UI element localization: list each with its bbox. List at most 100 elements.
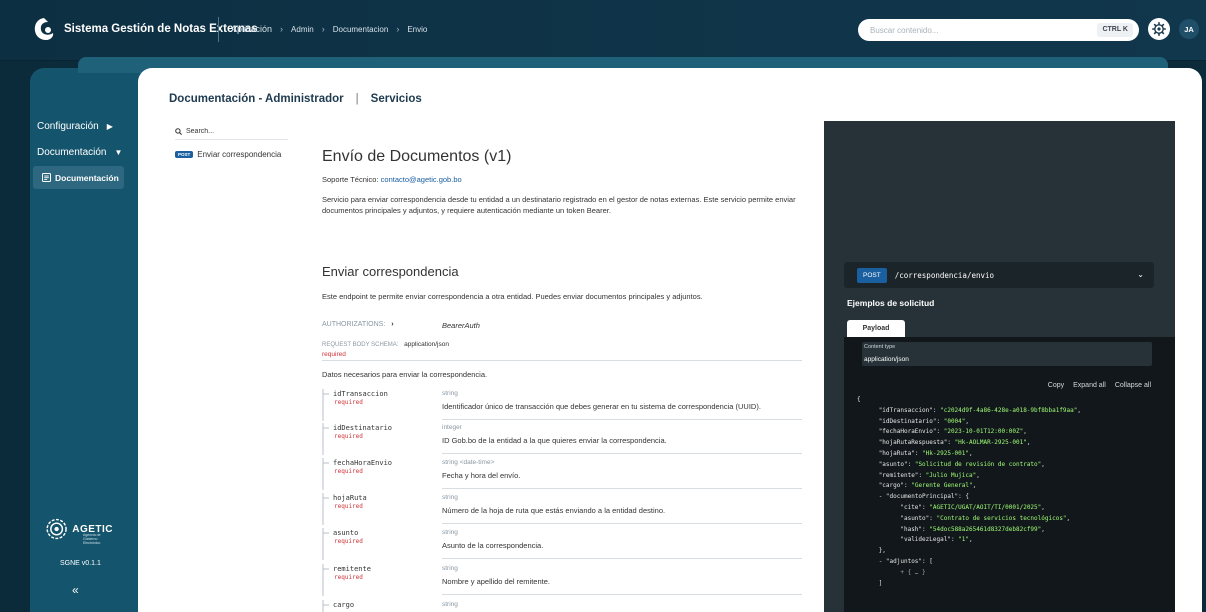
code-block: Content type application/json Copy Expan… — [844, 337, 1175, 612]
json-line: - "documentoPrincipal": { — [878, 493, 970, 501]
examples-title: Ejemplos de solicitud — [847, 298, 935, 308]
json-line: ] — [878, 579, 883, 587]
tree-connector-icon — [322, 600, 329, 612]
sidebar-item-label: Documentación — [37, 147, 107, 158]
sidebar-item-documentacion[interactable]: Documentación ▼ — [37, 147, 122, 158]
breadcrumb-envio[interactable]: Envio — [407, 25, 427, 34]
field-description: Asunto de la correspondencia. — [442, 541, 544, 550]
expand-all-button[interactable]: Expand all — [1073, 382, 1106, 389]
method-badge: POST — [857, 267, 887, 283]
breadcrumb-documentacion[interactable]: Documentacion — [333, 25, 389, 34]
api-description: Servicio para enviar correspondencia des… — [322, 195, 796, 215]
field-type: string — [442, 494, 458, 501]
sidebar-item-label: Configuración — [37, 121, 99, 132]
json-line: "asunto": "Contrato de servicios tecnoló… — [900, 514, 1071, 522]
breadcrumb-admin[interactable]: Admin — [291, 25, 314, 34]
field-name: cargo — [333, 601, 355, 609]
request-examples-panel: POST /correspondencia/envio ⌄ Ejemplos d… — [824, 121, 1175, 612]
json-line: "cargo": "Gerente General", — [878, 482, 977, 490]
json-line: { — [857, 396, 861, 403]
field-name: idTransaccion — [333, 390, 388, 398]
copy-button[interactable]: Copy — [1048, 382, 1064, 389]
org-subtitle: Agencia de Gobierno Electrónico — [83, 533, 101, 545]
json-line: "remitente": "Julio Mujica", — [878, 471, 980, 479]
reference-search-input[interactable] — [186, 128, 281, 135]
endpoint-selector[interactable]: POST /correspondencia/envio ⌄ — [844, 262, 1154, 288]
schema-content-type: application/json — [404, 341, 449, 348]
nav-operation-label: Enviar correspondencia — [197, 150, 282, 159]
field-name: idDestinatario — [333, 424, 393, 432]
support-contact: Soporte Técnico: contacto@agetic.gob.bo — [322, 175, 462, 184]
field-description: Nombre y apellido del remitente. — [442, 577, 550, 586]
content-type-label: Content type — [864, 344, 896, 350]
breadcrumb-aplicacion[interactable]: Aplicación — [231, 24, 272, 34]
method-badge: POST — [175, 151, 194, 158]
field-required: required — [334, 468, 363, 475]
code-actions: Copy Expand all Collapse all — [1048, 382, 1151, 389]
global-search-input[interactable] — [870, 23, 1070, 37]
tree-connector-icon — [322, 458, 329, 490]
field-type: string — [442, 390, 458, 397]
chevron-right-icon: › — [396, 24, 400, 34]
page-title-left: Documentación - Administrador — [169, 93, 344, 105]
tree-connector-icon — [322, 423, 329, 455]
app-version: SGNE v0.1.1 — [60, 560, 101, 567]
authorizations-row[interactable]: AUTHORIZATIONS: › BearerAuth — [322, 321, 480, 330]
collapse-all-button[interactable]: Collapse all — [1115, 382, 1151, 389]
request-body-schema: REQUEST BODY SCHEMA: application/json — [322, 341, 449, 348]
agetic-logo-icon — [46, 518, 67, 540]
divider — [442, 453, 802, 454]
json-line: + { … } — [900, 568, 926, 576]
tree-connector-icon — [322, 493, 329, 525]
schema-label: REQUEST BODY SCHEMA: — [322, 342, 399, 348]
settings-button[interactable] — [1148, 18, 1170, 40]
divider — [442, 419, 802, 420]
field-description: Fecha y hora del envío. — [442, 471, 521, 480]
field-type: string — [442, 529, 458, 536]
breadcrumb: Aplicación › Admin › Documentacion › Env… — [231, 24, 427, 34]
chevron-right-icon: ▶ — [106, 122, 113, 131]
gear-icon — [1152, 22, 1166, 36]
sidebar-subitem-label: Documentación — [55, 172, 119, 183]
field-name: asunto — [333, 529, 359, 537]
operation-description: Este endpoint te permite enviar correspo… — [322, 292, 703, 301]
field-required: required — [334, 574, 363, 581]
authorizations-value: BearerAuth — [442, 321, 480, 330]
chevron-right-icon: › — [280, 24, 284, 34]
document-icon — [42, 173, 51, 182]
sidebar-subitem-documentacion[interactable]: Documentación — [33, 166, 124, 189]
chevron-down-icon: ⌄ — [1137, 270, 1144, 279]
app-logo-icon[interactable] — [33, 17, 55, 41]
user-avatar[interactable]: JA — [1179, 19, 1199, 39]
sidebar-item-configuracion[interactable]: Configuración ▶ — [37, 121, 113, 132]
divider — [218, 17, 219, 42]
support-email-link[interactable]: contacto@agetic.gob.bo — [381, 175, 462, 184]
page-title-right[interactable]: Servicios — [371, 93, 422, 105]
tab-payload[interactable]: Payload — [847, 320, 905, 337]
json-line: "idTransaccion": "c2024d9f-4a86-428e-a01… — [878, 406, 1082, 414]
tree-connector-icon — [322, 528, 329, 560]
search-icon — [175, 128, 182, 135]
field-name: fechaHoraEnvio — [333, 459, 393, 467]
json-line: "validezLegal": "1", — [900, 536, 973, 544]
collapse-sidebar-button[interactable]: « — [72, 583, 79, 597]
divider: | — [355, 93, 359, 105]
json-line: "asunto": "Solicitud de revisión de cont… — [878, 460, 1045, 468]
divider — [442, 488, 802, 489]
api-title: Envío de Documentos (v1) — [322, 148, 512, 165]
divider — [322, 360, 802, 361]
global-search[interactable]: CTRL K — [858, 19, 1139, 41]
divider — [442, 523, 802, 524]
field-name: hojaRuta — [333, 494, 367, 502]
content-type-value: application/json — [864, 356, 909, 363]
app-title[interactable]: Sistema Gestión de Notas Externas — [64, 23, 258, 35]
content-type-box: Content type application/json — [862, 342, 1152, 366]
page-title: Documentación - Administrador | Servicio… — [169, 93, 422, 105]
json-line: }, — [878, 547, 886, 555]
reference-search[interactable] — [175, 124, 288, 140]
json-example: { "idTransaccion": "c2024d9f-4a86-428e-a… — [857, 395, 1081, 589]
json-line: "hojaRutaRespuesta": "Hk-AOLMAR-2925-001… — [878, 439, 1031, 447]
nav-operation-enviar[interactable]: POST Enviar correspondencia — [175, 150, 281, 159]
field-description: Número de la hoja de ruta que estás envi… — [442, 506, 666, 515]
support-label: Soporte Técnico: — [322, 175, 379, 184]
